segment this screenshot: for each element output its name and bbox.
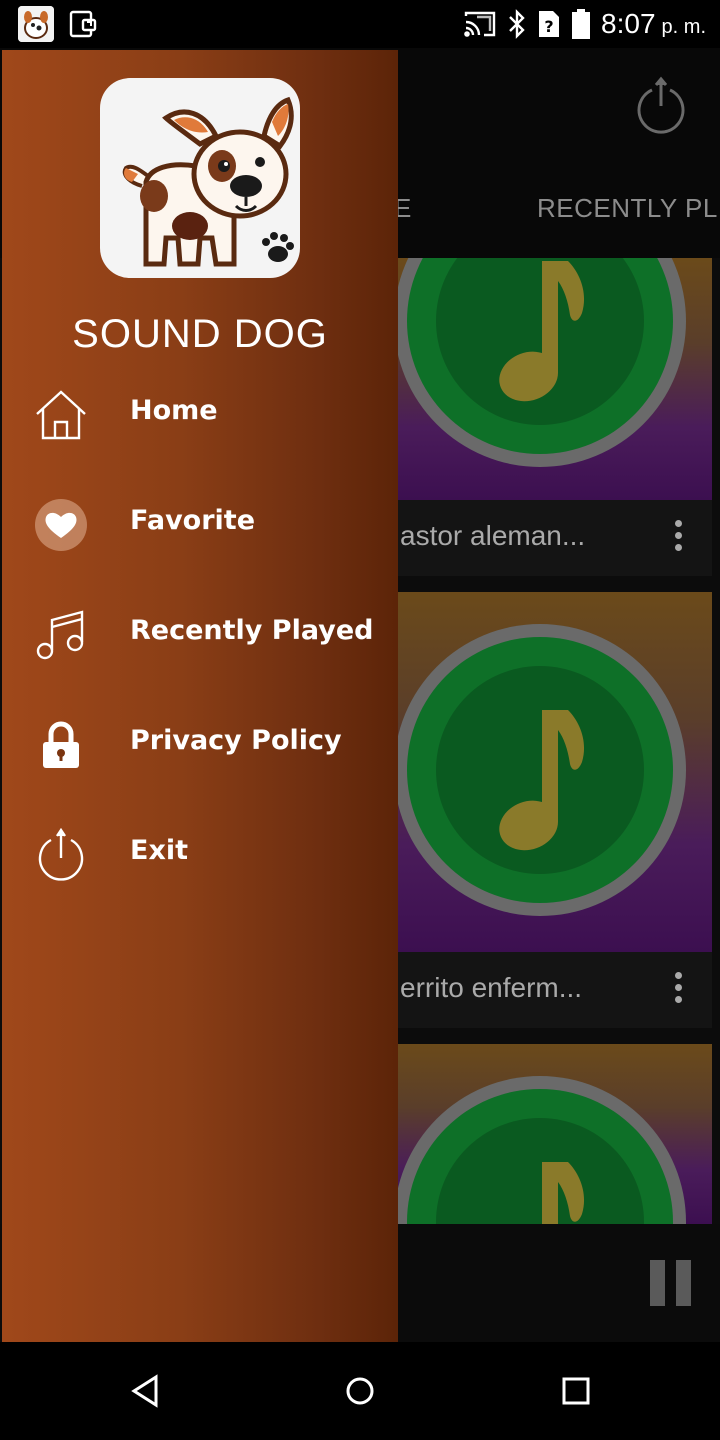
back-icon[interactable]: [120, 1366, 170, 1416]
lock-icon: [43, 721, 79, 768]
drawer-item-favorite[interactable]: Favorite: [2, 478, 398, 568]
home-button-icon[interactable]: [335, 1366, 385, 1416]
screen: ? 8:07 p. m. E RECENTLY PL astor aleman.…: [0, 0, 720, 1440]
drawer-item-label: Exit: [130, 835, 189, 866]
tab-recently-played[interactable]: RECENTLY PL: [537, 193, 718, 224]
status-bar: ? 8:07 p. m.: [0, 0, 720, 48]
drawer-item-privacy-policy[interactable]: Privacy Policy: [2, 698, 398, 788]
drawer-item-label: Recently Played: [130, 615, 374, 646]
more-options-icon[interactable]: [672, 520, 684, 556]
pause-icon[interactable]: [650, 1260, 692, 1308]
status-time: 8:07: [601, 8, 656, 39]
status-ampm: p. m.: [661, 16, 706, 38]
sound-card[interactable]: [392, 1044, 712, 1224]
drawer-item-exit[interactable]: Exit: [2, 808, 398, 898]
power-icon[interactable]: [634, 76, 688, 134]
sound-card[interactable]: errito enferm...: [392, 592, 712, 1028]
drawer-item-recently-played[interactable]: Recently Played: [2, 588, 398, 678]
sound-title: astor aleman...: [400, 520, 586, 551]
sound-card[interactable]: astor aleman...: [392, 258, 712, 576]
power-icon: [38, 828, 84, 881]
sound-thumbnail: [392, 592, 712, 952]
drawer-item-label: Home: [130, 395, 218, 426]
music-notes-icon: [36, 610, 84, 660]
app-logo: [100, 78, 300, 278]
battery-icon: [572, 9, 591, 39]
app-name: SOUND DOG: [72, 312, 328, 356]
recents-icon[interactable]: [551, 1366, 601, 1416]
heart-icon: [35, 499, 87, 551]
system-navigation-bar: [0, 1342, 720, 1440]
drawer-item-label: Favorite: [130, 505, 256, 536]
home-icon: [36, 390, 86, 440]
drawer-item-label: Privacy Policy: [130, 725, 342, 756]
sound-thumbnail: [392, 258, 712, 500]
svg-text:?: ?: [544, 17, 553, 36]
music-note-button-icon: [394, 258, 686, 467]
music-note-button-icon: [394, 624, 686, 916]
bluetooth-icon: [509, 9, 525, 39]
more-options-icon[interactable]: [672, 972, 684, 1008]
no-sim-icon: ?: [539, 11, 560, 37]
music-note-button-icon: [394, 1076, 686, 1224]
screen-cast-icon: [464, 11, 496, 37]
sound-thumbnail: [392, 1044, 712, 1224]
drawer-item-home[interactable]: Home: [2, 368, 398, 458]
cast-device-icon: [68, 8, 100, 40]
navigation-drawer: SOUND DOG Home Favorite Recently Played …: [2, 50, 398, 1342]
sound-title: errito enferm...: [400, 972, 583, 1003]
app-notification-icon: [18, 6, 54, 42]
